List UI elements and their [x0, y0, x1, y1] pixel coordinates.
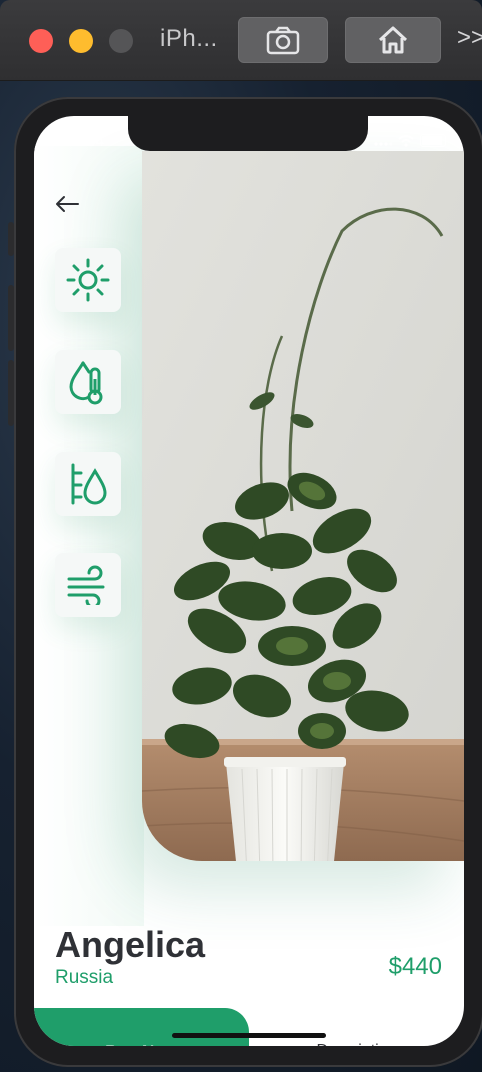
plant-country: Russia [55, 967, 114, 988]
soil-moisture-icon [71, 463, 107, 505]
description-button[interactable]: Description [249, 1008, 464, 1046]
home-icon [378, 26, 408, 54]
signal-icon [374, 141, 392, 146]
plant-price: $440 [388, 953, 442, 980]
wind-icon [67, 565, 105, 605]
feature-temperature[interactable] [55, 350, 121, 414]
simulator-titlebar: iPh... >> [0, 0, 482, 81]
sun-icon [66, 258, 110, 302]
close-window-button[interactable] [29, 29, 53, 53]
feature-sunlight[interactable] [55, 248, 121, 312]
volume-up-button [8, 285, 14, 351]
home-button[interactable] [345, 17, 441, 63]
wifi-icon [398, 134, 414, 147]
camera-icon [266, 26, 300, 55]
feature-soil-moisture[interactable] [55, 452, 121, 516]
thermometer-drop-icon [69, 361, 103, 405]
plant-name: Angelica [55, 924, 206, 965]
zoom-window-button[interactable] [109, 29, 133, 53]
battery-icon [420, 134, 446, 147]
screenshot-button[interactable] [238, 17, 328, 63]
feature-wind[interactable] [55, 553, 121, 617]
status-icons [374, 134, 446, 147]
app-screen: 4:44 Angelica Russia $440 [34, 116, 464, 1046]
plant-image [142, 151, 464, 861]
plant-photo [142, 151, 464, 861]
home-indicator[interactable] [172, 1033, 326, 1038]
mute-switch [8, 222, 14, 256]
status-time: 4:44 [74, 133, 105, 150]
back-arrow-icon[interactable] [54, 191, 80, 217]
window-title: iPh... [160, 25, 218, 52]
more-toolbar-button[interactable]: >> [457, 24, 482, 52]
buy-now-button[interactable]: Buy Now [34, 1008, 249, 1046]
notch [128, 116, 368, 151]
volume-down-button [8, 360, 14, 426]
minimize-window-button[interactable] [69, 29, 93, 53]
